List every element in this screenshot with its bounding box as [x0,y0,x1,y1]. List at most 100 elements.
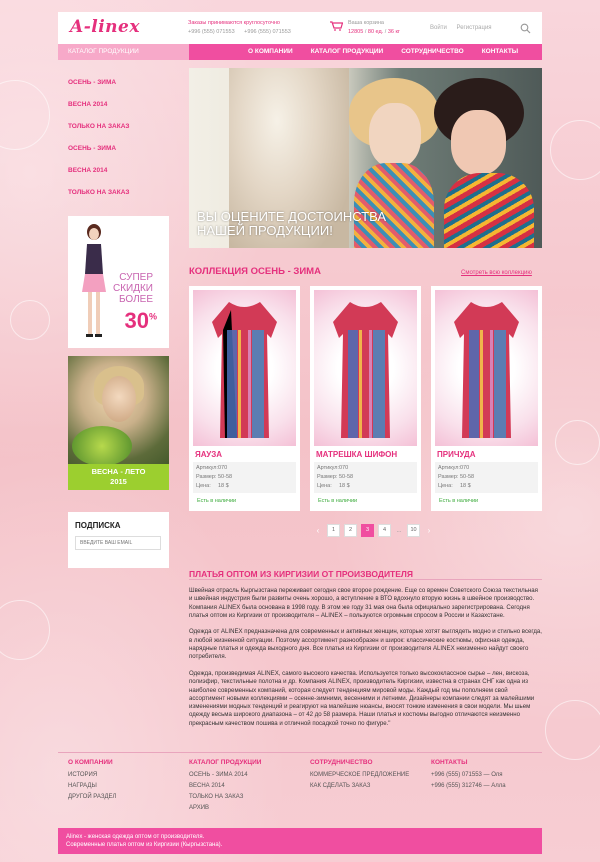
sidebar-item-autumn-winter[interactable]: ОСЕНЬ - ЗИМА [58,72,169,94]
availability-status: Есть в наличии [318,498,358,504]
pagination: ‹ 1 2 3 4 ... 10 › [313,524,434,537]
footer-link[interactable]: КОММЕРЧЕСКОЕ ПРЕДЛОЖЕНИЕ [310,770,409,781]
sidebar-item-made-to-order-2[interactable]: ТОЛЬКО НА ЗАКАЗ [58,182,169,204]
footer-col-contacts: КОНТАКТЫ +996 (555) 071553 — Оля +996 (5… [431,757,506,792]
product-price: 18 $ [218,483,229,489]
phone-1: +996 (555) 071553 [188,29,235,35]
availability-status: Есть в наличии [439,498,479,504]
collection-title: КОЛЛЕКЦИЯ ОСЕНЬ - ЗИМА [189,266,321,277]
footer-link[interactable]: АРХИВ [189,803,261,814]
about-text: Швейная отрасль Кыргызстана переживает с… [189,587,542,736]
sidebar-item-spring-2014[interactable]: ВЕСНА 2014 [58,94,169,116]
product-image [435,290,538,446]
subscribe-title: ПОДПИСКА [75,521,121,530]
nav-contacts[interactable]: КОНТАКТЫ [482,44,518,60]
cart-icon [330,21,343,31]
model-2-face [451,110,506,175]
footer-col-title[interactable]: КАТАЛОГ ПРОДУКЦИИ [189,757,261,768]
sale-percent-value: 30 [124,308,149,333]
model-2-dress [444,173,534,248]
cart-summary: Ваша корзина 12805 / 80 ед. / 36 кг [348,19,428,37]
spec-label-article: Артикул: [196,465,219,471]
page-2[interactable]: 2 [344,524,357,537]
product-image [314,290,417,446]
footer-col-title[interactable]: СОТРУДНИЧЕСТВО [310,757,409,768]
footer-col-partnership: СОТРУДНИЧЕСТВО КОММЕРЧЕСКОЕ ПРЕДЛОЖЕНИЕ … [310,757,409,792]
orders-info: Заказы принимаются круглосуточно +996 (5… [188,19,299,37]
footer-col-about: О КОМПАНИИ ИСТОРИЯ НАГРАДЫ ДРУГОЙ РАЗДЕЛ [68,757,116,803]
about-paragraph-3: Одежда, произведимая ALINEX, самого высо… [189,669,535,727]
product-card[interactable]: МАТРЕШКА ШИФОН Артикул: 070 Размер: 50-58 … [310,286,421,511]
spring-summer-banner[interactable]: ВЕСНА - ЛЕТО 2015 [68,356,169,490]
footer-link[interactable]: ДРУГОЙ РАЗДЕЛ [68,792,116,803]
catalog-heading[interactable]: КАТАЛОГ ПРОДУКЦИИ [58,44,189,60]
banner-line-1: ВЫ ОЦЕНИТЕ ДОСТОИНСТВА [197,209,387,224]
sale-text: СУПЕР СКИДКИ БОЛЕЕ [113,272,153,305]
cart-sep-1: / [364,29,367,35]
product-card[interactable]: ЯАУЗА Артикул: 070 Размер: 50-58 Цена: 18 $… [189,286,300,511]
footer-link[interactable]: ВЕСНА 2014 [189,781,261,792]
product-card[interactable]: ПРИЧУДА Артикул: 070 Размер: 50-58 Цена: 18… [431,286,542,511]
page-last[interactable]: 10 [407,524,420,537]
sidebar-item-spring-2014-2[interactable]: ВЕСНА 2014 [58,160,169,182]
banner-caption: ВЫ ОЦЕНИТЕ ДОСТОИНСТВА НАШЕЙ ПРОДУКЦИИ! [197,210,386,238]
sidebar-item-made-to-order[interactable]: ТОЛЬКО НА ЗАКАЗ [58,116,169,138]
sidebar-item-autumn-winter-2[interactable]: ОСЕНЬ - ЗИМА [58,138,169,160]
footer-link[interactable]: ИСТОРИЯ [68,770,116,781]
sale-line-2: СКИДКИ [112,283,153,294]
spec-label-article: Артикул: [438,465,461,471]
sale-percent: 30% [125,308,158,334]
nav-items: О КОМПАНИИ КАТАЛОГ ПРОДУКЦИИ СОТРУДНИЧЕС… [248,44,518,60]
register-link[interactable]: Регистрация [456,25,491,31]
search-icon[interactable] [520,23,531,34]
footer-col-title[interactable]: О КОМПАНИИ [68,757,116,768]
logo[interactable]: A-linex [70,17,140,37]
about-title: ПЛАТЬЯ ОПТОМ ИЗ КИРГИЗИИ ОТ ПРОИЗВОДИТЕЛ… [189,569,413,579]
spring-summer-caption: ВЕСНА - ЛЕТО 2015 [68,464,169,490]
cart-sum: 12805 [348,29,364,35]
nav-about[interactable]: О КОМПАНИИ [248,44,293,60]
spec-label-price: Цена: [196,483,211,489]
dress-image [212,302,277,438]
page-1[interactable]: 1 [327,524,340,537]
banner-line-2: НАШЕЙ ПРОДУКЦИИ! [197,223,333,238]
phone-2: +996 (555) 071553 [244,29,291,35]
product-article: 070 [218,465,228,471]
page-3-current[interactable]: 3 [361,524,374,537]
login-link[interactable]: Войти [430,25,447,31]
product-article: 070 [460,465,470,471]
sale-banner[interactable]: СУПЕР СКИДКИ БОЛЕЕ 30% [68,216,169,348]
orders-title: Заказы принимаются круглосуточно [188,20,280,26]
phones: +996 (555) 071553 +996 (555) 071553 [188,28,299,37]
footer-col-title[interactable]: КОНТАКТЫ [431,757,506,768]
product-name[interactable]: ЯАУЗА [195,450,222,459]
pagination-ellipsis: ... [396,527,402,534]
footer-link[interactable]: КАК СДЕЛАТЬ ЗАКАЗ [310,781,409,792]
subscribe-email-input[interactable] [75,536,161,550]
page-4[interactable]: 4 [378,524,391,537]
spec-label-size: Размер: [438,474,459,480]
nav-catalog[interactable]: КАТАЛОГ ПРОДУКЦИИ [311,44,383,60]
footer-link[interactable]: ОСЕНЬ - ЗИМА 2014 [189,770,261,781]
footer-col-catalog: КАТАЛОГ ПРОДУКЦИИ ОСЕНЬ - ЗИМА 2014 ВЕСН… [189,757,261,814]
dress-image [454,302,519,438]
footer-contact: +996 (555) 071553 — Оля [431,772,503,778]
prev-page-arrow-icon[interactable]: ‹ [313,526,323,535]
sidebar-menu: ОСЕНЬ - ЗИМА ВЕСНА 2014 ТОЛЬКО НА ЗАКАЗ … [58,72,169,204]
next-page-arrow-icon[interactable]: › [424,526,434,535]
product-price: 18 $ [339,483,350,489]
product-name[interactable]: ПРИЧУДА [437,450,476,459]
cart-weight: 36 кг [387,29,400,35]
product-specs: Артикул: 070 Размер: 50-58 Цена: 18 $ [314,462,417,493]
spec-label-size: Размер: [196,474,217,480]
product-name[interactable]: МАТРЕШКА ШИФОН [316,450,397,459]
cart-label: Ваша корзина [348,20,384,26]
footer-link[interactable]: ТОЛЬКО НА ЗАКАЗ [189,792,261,803]
spring-summer-line-1: ВЕСНА - ЛЕТО [91,467,146,476]
leaf-decoration [72,426,132,466]
view-collection-link[interactable]: Смотреть всю коллекцию [461,270,532,276]
nav-partnership[interactable]: СОТРУДНИЧЕСТВО [401,44,464,60]
sale-percent-sign: % [148,311,157,322]
hero-banner[interactable]: ВЫ ОЦЕНИТЕ ДОСТОИНСТВА НАШЕЙ ПРОДУКЦИИ! [189,68,542,248]
footer-link[interactable]: НАГРАДЫ [68,781,116,792]
